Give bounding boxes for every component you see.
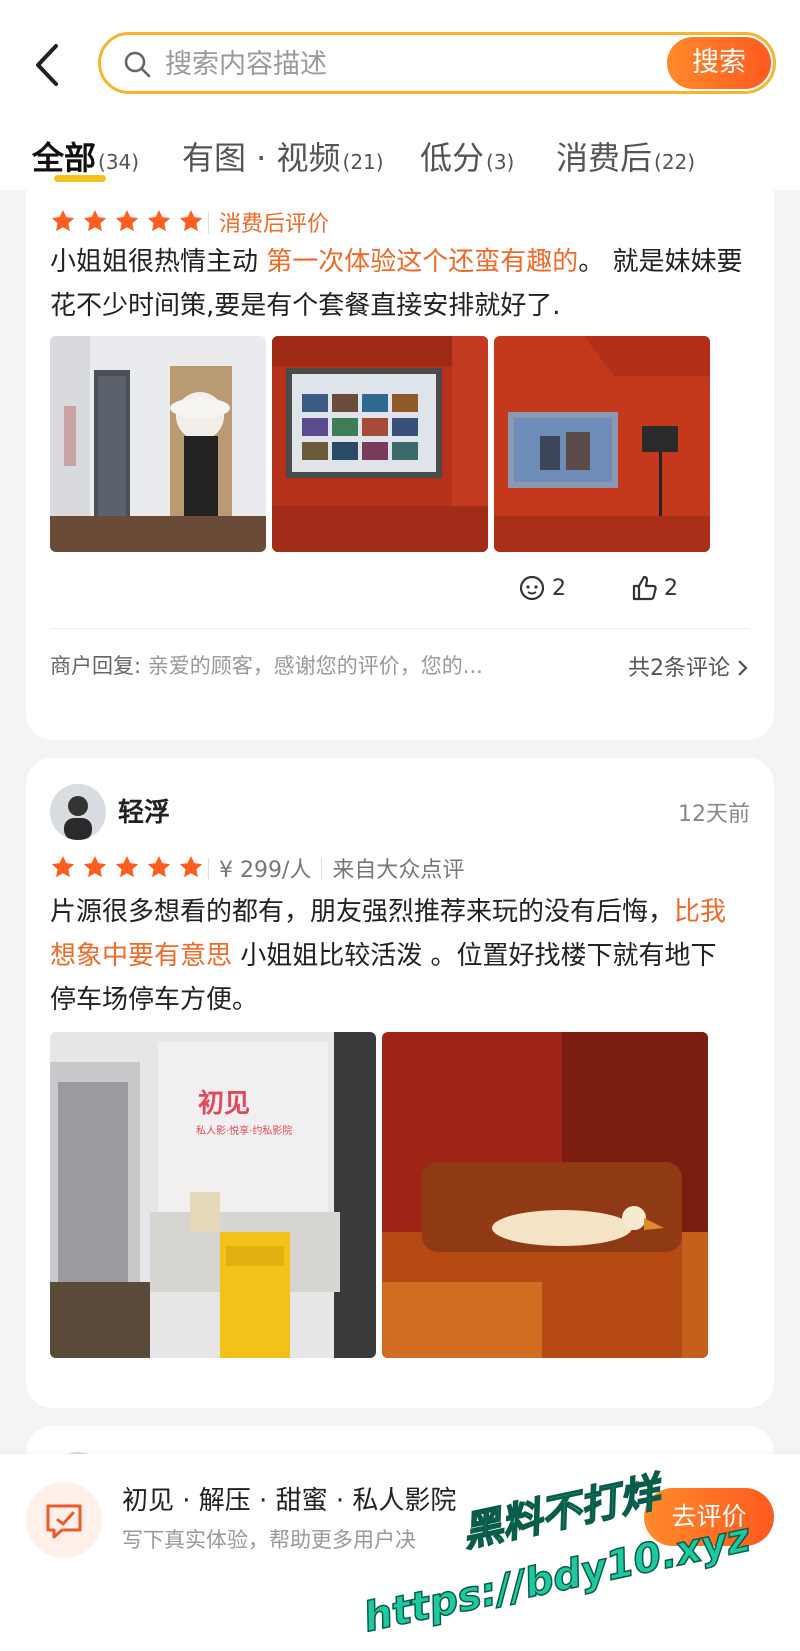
tab-all[interactable]: 全部 (34) [32,133,139,179]
thumbs-up-icon [632,575,657,601]
star-icon [115,209,139,232]
review-card[interactable]: 消费后评价 小姐姐很热情主动 第一次体验这个还蛮有趣的。 就是妹妹要花不少时间策… [26,150,774,740]
star-icon [115,855,139,878]
reply-label: 商户回复: [50,654,142,678]
photo-room-projection [494,336,710,552]
tab-label: 全部 [32,139,97,177]
back-arrow-icon[interactable] [30,40,66,90]
search-button[interactable]: 搜索 [667,37,771,89]
review-source: 来自大众点评 [332,858,465,883]
comment-action[interactable]: 2 [518,574,566,602]
review-text: 片源很多想看的都有，朋友强烈推荐来玩的没有后悔，比我想象中要有意思 小姐姐比较活… [50,890,730,1022]
view-comments-link[interactable]: 共2条评论 [628,650,750,682]
review-text: 小姐姐很热情主动 第一次体验这个还蛮有趣的。 就是妹妹要花不少时间策,要是有个套… [50,240,750,328]
chevron-right-icon [738,660,748,676]
review-text-part: 小姐姐很热情主动 [50,247,267,277]
comment-icon [519,575,545,601]
edit-comment-icon [46,1504,82,1539]
divider [50,628,750,629]
photo-hallway [50,336,266,552]
star-icon [51,855,75,878]
separator [321,858,323,880]
sign-subtitle: 私人影·悦享·约私影院 [196,1124,292,1137]
tab-count: (34) [98,150,140,174]
star-rating [50,854,204,880]
star-icon [179,855,203,878]
review-photo[interactable]: 初见 私人影·悦享·约私影院 [50,1032,376,1358]
review-photo[interactable] [50,336,266,552]
review-prompt: 写下真实体验，帮助更多用户决 [122,1528,416,1552]
filter-tabs: 全部 (34) 有图 · 视频 (21) 低分 (3) 消费后 (22) [0,125,800,185]
reply-text: 亲爱的顾客，感谢您的评价，您的... [147,654,483,678]
review-tag: 消费后评价 [208,206,329,238]
star-icon [83,855,107,878]
user-avatar-image [50,784,106,840]
comment-count: 2 [552,575,566,601]
tab-count: (22) [654,150,696,174]
search-bar[interactable]: 搜索 [98,32,776,94]
review-card[interactable]: 轻浮 12天前 ¥ 299/人 来自大众点评 片源很多想看的都有，朋友强烈推荐来玩… [26,758,774,1408]
photo-cinema-room [382,1032,708,1358]
active-tab-indicator [54,175,106,182]
tab-label: 低分 [420,139,485,177]
separator [208,212,209,234]
tab-label: 消费后 [556,139,653,177]
tab-photo-video[interactable]: 有图 · 视频 (21) [182,133,384,179]
review-tag-label: 消费后评价 [219,212,330,237]
merchant-reply[interactable]: 商户回复: 亲爱的顾客，感谢您的评价，您的... [50,650,483,680]
photo-reception: 初见 私人影·悦享·约私影院 [50,1032,376,1358]
photo-projector-screen [272,336,488,552]
avatar[interactable] [50,784,106,840]
review-photo[interactable] [494,336,710,552]
tab-count: (21) [342,150,384,174]
review-text-part: 片源很多想看的都有，朋友强烈推荐来玩的没有后悔， [50,897,675,927]
star-icon [83,209,107,232]
separator [208,858,209,880]
review-meta: ¥ 299/人 来自大众点评 [208,852,464,884]
comments-total: 共2条评论 [628,656,730,681]
sign-text: 初见 [198,1089,250,1119]
star-rating [50,208,204,234]
star-icon [147,209,171,232]
write-review-icon[interactable] [26,1482,102,1558]
username[interactable]: 轻浮 [118,792,170,829]
star-icon [147,855,171,878]
tab-label: 有图 · 视频 [182,139,341,177]
like-action[interactable]: 2 [630,574,678,602]
review-time: 12天前 [678,802,750,827]
tab-after-purchase[interactable]: 消费后 (22) [556,133,695,179]
star-icon [179,209,203,232]
tab-count: (3) [486,150,515,174]
search-icon [124,51,151,78]
review-photo[interactable] [382,1032,708,1358]
top-bar: 搜索 全部(34) 有图 · 视频(21) 低分(3) 消费后(22) [0,0,800,190]
star-icon [51,209,75,232]
like-count: 2 [664,575,678,601]
review-photo[interactable] [272,336,488,552]
search-input[interactable] [163,43,567,85]
review-highlight: 第一次体验这个还蛮有趣的 [266,247,579,277]
price-per-person: ¥ 299/人 [219,858,312,883]
shop-name: 初见 · 解压 · 甜蜜 · 私人影院 [122,1486,457,1516]
tab-low-score[interactable]: 低分 (3) [420,133,514,179]
